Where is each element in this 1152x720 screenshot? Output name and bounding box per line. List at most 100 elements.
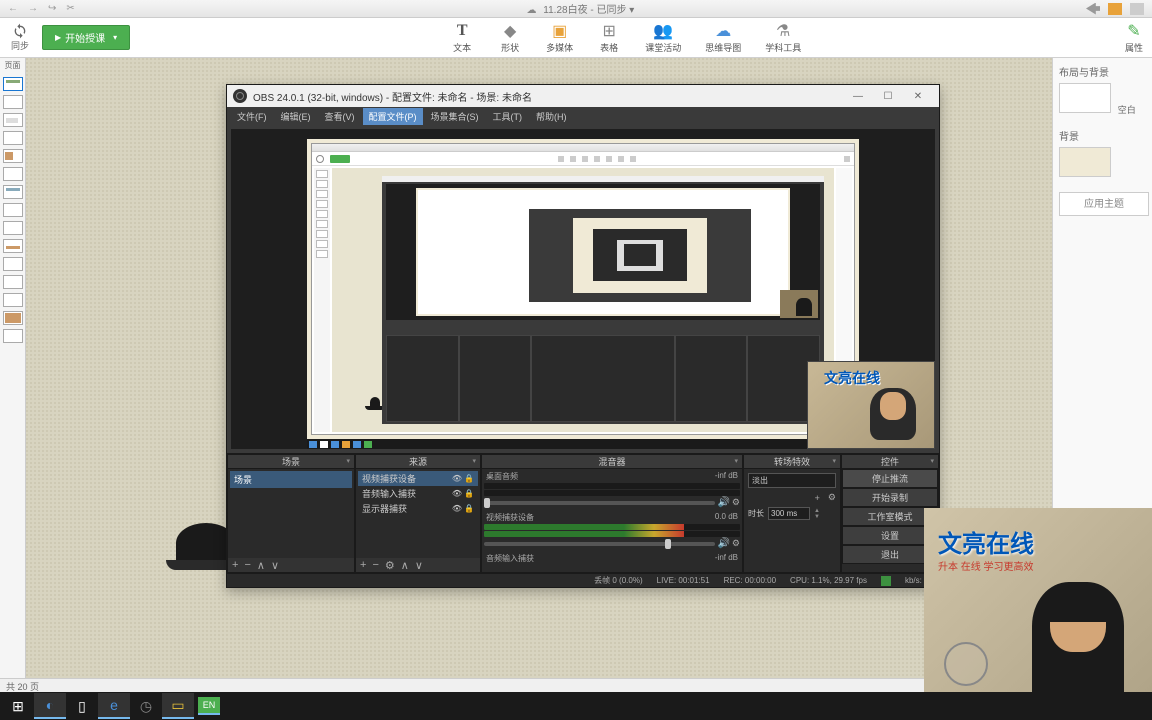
volume-slider[interactable] [484, 542, 715, 546]
gear-icon[interactable]: ⚙ [732, 497, 740, 508]
sync-button[interactable]: 同步 [6, 23, 34, 52]
slide-thumb[interactable] [3, 203, 23, 217]
taskbar-explorer[interactable]: ▭ [162, 693, 194, 719]
stop-stream-button[interactable]: 停止推流 [842, 469, 938, 488]
visibility-icon[interactable]: 👁 [452, 504, 462, 513]
slide-thumb[interactable] [3, 329, 23, 343]
obs-preview[interactable]: 文亮在线 [231, 129, 935, 449]
slide-thumb[interactable] [3, 239, 23, 253]
doc-title-text[interactable]: 11.28白夜 - 已同步 ▾ [543, 5, 634, 16]
lock-icon[interactable]: 🔒 [464, 489, 474, 498]
scene-down-icon[interactable]: ∨ [271, 559, 279, 572]
preview-taskbar [307, 439, 859, 449]
slide-thumb[interactable] [3, 167, 23, 181]
slide-thumb[interactable] [3, 257, 23, 271]
preview-content [307, 139, 859, 439]
speaker-icon[interactable]: 🔊 [717, 497, 729, 508]
nav-back-icon[interactable]: ← [8, 3, 18, 14]
source-item[interactable]: 音频输入捕获👁🔒 [358, 486, 478, 501]
trans-settings-icon[interactable]: ⚙ [828, 492, 836, 503]
trans-add-icon[interactable]: + [815, 493, 820, 503]
slide-thumb[interactable] [3, 113, 23, 127]
lock-icon[interactable]: 🔒 [464, 474, 474, 483]
menu-tools[interactable]: 工具(T) [487, 108, 529, 125]
maximize-button[interactable]: ☐ [873, 86, 903, 106]
slide-thumb[interactable] [3, 293, 23, 307]
slide-thumb[interactable] [3, 311, 23, 325]
layout-swatch[interactable] [1059, 83, 1111, 113]
menu-file[interactable]: 文件(F) [231, 108, 273, 125]
obs-titlebar[interactable]: OBS 24.0.1 (32-bit, windows) - 配置文件: 未命名… [227, 85, 939, 107]
slide-thumb[interactable] [3, 149, 23, 163]
more-icon[interactable] [1130, 3, 1144, 15]
spinner-down-icon[interactable]: ▼ [814, 514, 820, 520]
taskbar-ime[interactable]: EN [198, 697, 220, 715]
share-icon[interactable] [1086, 3, 1100, 15]
start-teaching-button[interactable]: 开始授课 [42, 25, 130, 50]
scenes-header[interactable]: 场景 [228, 455, 354, 469]
source-up-icon[interactable]: ∧ [401, 559, 409, 572]
add-scene-icon[interactable]: + [232, 559, 238, 571]
menu-profile[interactable]: 配置文件(P) [363, 108, 423, 125]
tool-table[interactable]: ⊞表格 [597, 21, 621, 54]
nav-redo-icon[interactable]: ↪ [48, 3, 56, 14]
source-item[interactable]: 视频捕获设备👁🔒 [358, 471, 478, 486]
minimize-button[interactable]: — [843, 86, 873, 106]
taskbar-app-3[interactable]: ◷ [130, 693, 162, 719]
menu-scene-collection[interactable]: 场景集合(S) [425, 108, 485, 125]
menu-view[interactable]: 查看(V) [319, 108, 361, 125]
bg-swatch[interactable] [1059, 147, 1111, 177]
volume-slider[interactable] [484, 501, 715, 505]
scene-up-icon[interactable]: ∧ [257, 559, 265, 572]
cut-icon[interactable]: ✂ [66, 3, 74, 14]
start-record-button[interactable]: 开始录制 [842, 488, 938, 507]
tool-activity[interactable]: 👥课堂活动 [645, 21, 681, 54]
close-button[interactable]: ✕ [903, 86, 933, 106]
controls-header[interactable]: 控件 [842, 455, 938, 469]
slide-thumb-1[interactable] [3, 77, 23, 91]
bg-label: 背景 [1059, 128, 1146, 143]
tool-attributes[interactable]: ✎属性 [1122, 21, 1146, 54]
add-source-icon[interactable]: + [360, 559, 366, 571]
gear-icon[interactable]: ⚙ [732, 538, 740, 549]
scene-item[interactable]: 场景 [230, 471, 352, 488]
tool-mindmap[interactable]: ☁思维导图 [705, 21, 741, 54]
apply-theme-button[interactable]: 应用主题 [1059, 192, 1149, 216]
webcam-overlay-preview: 文亮在线 [807, 361, 935, 449]
source-item[interactable]: 显示器捕获👁🔒 [358, 501, 478, 516]
tool-text[interactable]: T文本 [450, 21, 474, 54]
slide-thumb[interactable] [3, 185, 23, 199]
source-down-icon[interactable]: ∨ [415, 559, 423, 572]
taskbar-app-1[interactable]: ◐ [34, 693, 66, 719]
source-settings-icon[interactable]: ⚙ [385, 559, 395, 572]
menu-edit[interactable]: 编辑(E) [275, 108, 317, 125]
speaker-icon[interactable]: 🔊 [717, 538, 729, 549]
slide-thumb[interactable] [3, 95, 23, 109]
obs-menubar: 文件(F) 编辑(E) 查看(V) 配置文件(P) 场景集合(S) 工具(T) … [227, 107, 939, 125]
slide-thumb[interactable] [3, 221, 23, 235]
slides-sidebar[interactable]: 页面 [0, 58, 26, 688]
taskbar-app-2[interactable]: ▯ [66, 693, 98, 719]
slide-thumb[interactable] [3, 131, 23, 145]
nav-forward-icon[interactable]: → [28, 3, 38, 14]
floating-webcam[interactable]: 文亮在线 升本 在线 学习更高效 [924, 508, 1152, 692]
remove-source-icon[interactable]: − [372, 559, 378, 571]
tool-subject[interactable]: ⚗学科工具 [765, 21, 801, 54]
sidebar-tab[interactable]: 页面 [0, 58, 25, 73]
mixer-header[interactable]: 混音器 [482, 455, 742, 469]
sources-header[interactable]: 来源 [356, 455, 480, 469]
menu-help[interactable]: 帮助(H) [530, 108, 573, 125]
visibility-icon[interactable]: 👁 [452, 474, 462, 483]
slide-thumb[interactable] [3, 275, 23, 289]
mail-icon[interactable] [1108, 3, 1122, 15]
remove-scene-icon[interactable]: − [244, 559, 250, 571]
taskbar-edge[interactable]: e [98, 693, 130, 719]
transition-select[interactable]: 淡出 [748, 473, 836, 488]
transitions-header[interactable]: 转场特效 [744, 455, 840, 469]
duration-input[interactable]: 300 ms [768, 507, 810, 520]
tool-media[interactable]: ▣多媒体 [546, 21, 573, 54]
tool-shape[interactable]: ◆形状 [498, 21, 522, 54]
lock-icon[interactable]: 🔒 [464, 504, 474, 513]
start-menu-button[interactable]: ⊞ [2, 693, 34, 719]
visibility-icon[interactable]: 👁 [452, 489, 462, 498]
